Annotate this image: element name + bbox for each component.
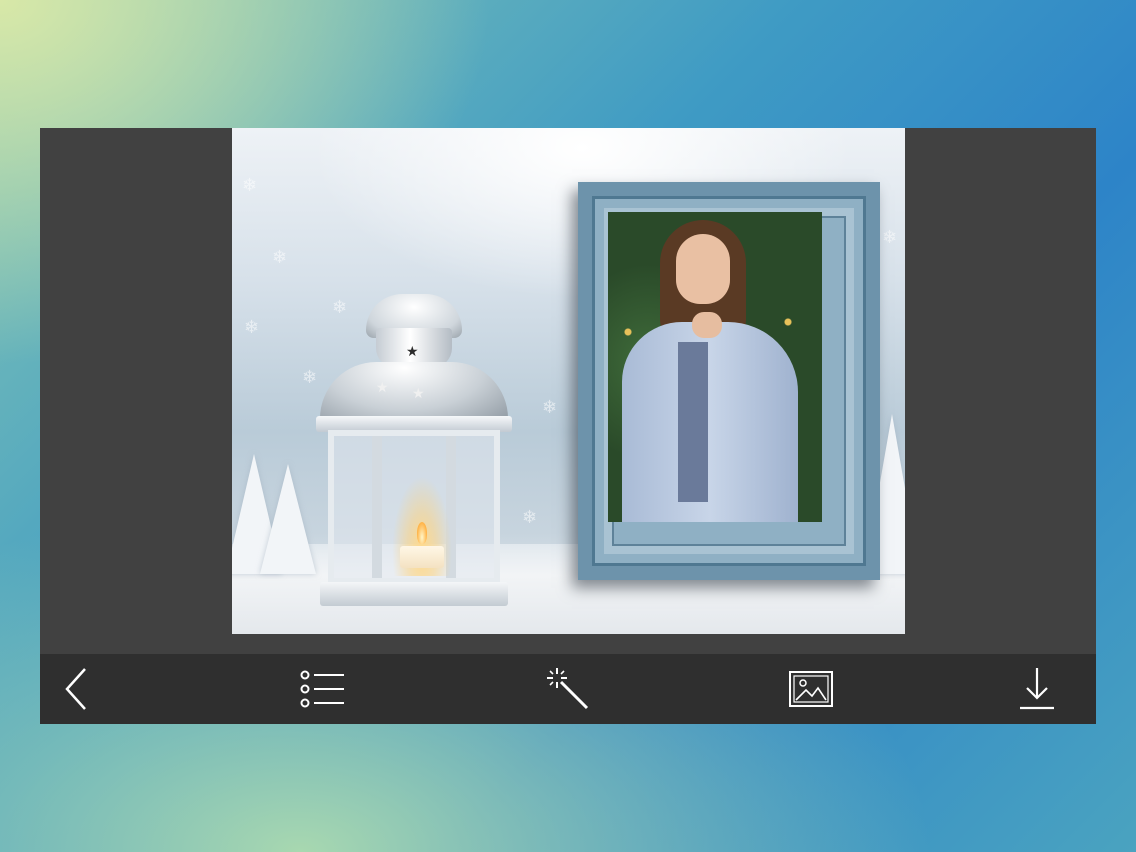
- star-icon: ★: [376, 379, 389, 395]
- bottom-toolbar: [40, 654, 1096, 724]
- image-icon: [789, 671, 833, 707]
- chevron-left-icon: [65, 668, 86, 710]
- effects-button[interactable]: [543, 664, 593, 714]
- magic-wand-icon: [547, 668, 589, 710]
- snowflake-decoration: ❄: [522, 507, 538, 527]
- snowflake-decoration: ❄: [242, 175, 258, 195]
- lantern-image: ★ ★ ★: [316, 294, 512, 610]
- snowflake-decoration: ❄: [302, 367, 318, 387]
- snowflake-decoration: ❄: [272, 247, 288, 267]
- star-icon: ★: [406, 343, 419, 359]
- snowflake-decoration: ❄: [882, 227, 898, 247]
- photo-frame-canvas[interactable]: ❄ ❄ ❄ ❄ ❄ ❄ ❄ ❄ ★ ★ ★: [232, 128, 905, 634]
- star-icon: ★: [412, 385, 425, 401]
- download-icon: [1020, 668, 1054, 710]
- frames-list-button[interactable]: [298, 664, 348, 714]
- gallery-button[interactable]: [786, 664, 836, 714]
- picture-frame[interactable]: [578, 182, 880, 580]
- list-icon: [300, 670, 344, 708]
- app-panel: ❄ ❄ ❄ ❄ ❄ ❄ ❄ ❄ ★ ★ ★: [40, 128, 1096, 724]
- download-button[interactable]: [1012, 664, 1062, 714]
- snowflake-decoration: ❄: [542, 397, 558, 417]
- back-button[interactable]: [52, 664, 102, 714]
- snowflake-decoration: ❄: [244, 317, 260, 337]
- snow-tree: [260, 464, 316, 574]
- user-photo[interactable]: [608, 212, 822, 522]
